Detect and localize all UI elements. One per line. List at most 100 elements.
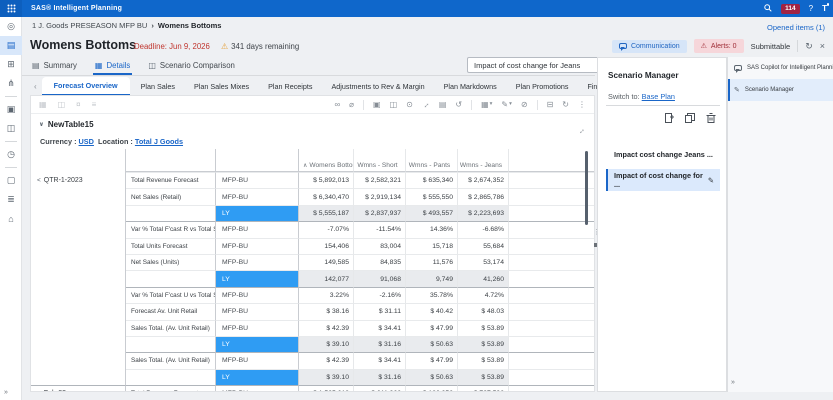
time-cell[interactable]: >Feb-23: [31, 385, 126, 392]
value-cell[interactable]: $ 50.63: [406, 369, 458, 385]
value-cell[interactable]: $ 186,056: [406, 385, 458, 392]
app-launcher-icon[interactable]: [0, 0, 22, 17]
expand-table-icon[interactable]: ↔: [575, 124, 587, 136]
base-plan-link[interactable]: Base Plan: [642, 92, 675, 101]
value-cell[interactable]: $ 50.63: [406, 336, 458, 352]
avatar[interactable]: T: [822, 4, 827, 13]
alerts-button[interactable]: ⚠ Alerts: 0: [694, 39, 744, 53]
copy-scenario-icon[interactable]: [685, 110, 695, 128]
value-cell[interactable]: 11,576: [406, 254, 458, 270]
sync-icon[interactable]: ↻: [562, 101, 569, 109]
list-settings-icon[interactable]: ≡: [92, 101, 97, 109]
value-cell[interactable]: 14.36%: [406, 221, 458, 237]
edit-scenario-icon[interactable]: ✎: [708, 176, 714, 185]
subtab-plan-sales[interactable]: Plan Sales: [133, 78, 183, 95]
value-cell[interactable]: $ 53.89: [458, 369, 509, 385]
close-icon[interactable]: ×: [820, 42, 825, 51]
table-options-icon[interactable]: ▦▾: [481, 101, 492, 109]
value-cell[interactable]: 9,749: [406, 270, 458, 286]
link-icon[interactable]: ∞: [334, 101, 340, 109]
value-cell[interactable]: $ 635,340: [406, 172, 458, 188]
dock-item-copilot[interactable]: SAS Copilot for Intelligent Planning: [728, 57, 833, 79]
subtab-plan-promotions[interactable]: Plan Promotions: [508, 78, 577, 95]
value-cell[interactable]: 4.72%: [458, 287, 509, 303]
value-cell[interactable]: $ 53.89: [458, 352, 509, 368]
value-cell[interactable]: 55,684: [458, 238, 509, 254]
currency-link[interactable]: USD: [79, 137, 94, 146]
value-cell[interactable]: -11.54%: [354, 221, 406, 237]
value-cell[interactable]: 3.22%: [299, 287, 354, 303]
value-cell[interactable]: $ 47.99: [406, 352, 458, 368]
value-cell[interactable]: $ 555,550: [406, 188, 458, 204]
save-icon[interactable]: ▣: [373, 101, 381, 109]
tab-scenario-comparison[interactable]: ◫Scenario Comparison: [146, 57, 237, 75]
value-cell[interactable]: $ 39.10: [299, 336, 354, 352]
print-icon[interactable]: ▤: [439, 101, 447, 109]
value-cell[interactable]: 15,718: [406, 238, 458, 254]
currency-icon[interactable]: ¤: [76, 101, 80, 109]
value-cell[interactable]: $ 40.42: [406, 303, 458, 319]
communication-button[interactable]: Communication: [612, 40, 687, 53]
value-cell[interactable]: $ 47.99: [406, 320, 458, 336]
value-cell[interactable]: $ 31.16: [354, 336, 406, 352]
value-cell[interactable]: 35.78%: [406, 287, 458, 303]
expand-group-icon[interactable]: >: [37, 390, 41, 392]
unlink-icon[interactable]: ⌀: [349, 101, 354, 109]
image-icon[interactable]: ◫: [58, 101, 66, 109]
subtab-plan-receipts[interactable]: Plan Receipts: [260, 78, 320, 95]
value-cell[interactable]: $ 2,674,352: [458, 172, 509, 188]
rail-apps-icon[interactable]: ⊞: [0, 55, 22, 74]
rail-history-icon[interactable]: ◷: [0, 145, 22, 164]
value-cell[interactable]: $ 2,223,693: [458, 205, 509, 221]
value-cell[interactable]: $ 1,525,618: [299, 385, 354, 392]
subtab-plan-markdowns[interactable]: Plan Markdowns: [436, 78, 505, 95]
value-cell[interactable]: $ 42.39: [299, 352, 354, 368]
tab-summary[interactable]: ▤Summary: [30, 57, 79, 75]
validate-icon[interactable]: ⊘: [521, 101, 528, 109]
delete-scenario-icon[interactable]: [706, 110, 716, 128]
time-cell[interactable]: <QTR-1-2023: [31, 172, 126, 188]
value-cell[interactable]: $ 611,966: [354, 385, 406, 392]
more-icon[interactable]: ⋮: [578, 101, 586, 109]
value-cell[interactable]: 84,835: [354, 254, 406, 270]
value-cell[interactable]: $ 2,919,134: [354, 188, 406, 204]
tab-details[interactable]: ▦Details: [93, 57, 132, 75]
rail-home-icon[interactable]: ◎: [0, 17, 22, 36]
fullscreen-icon[interactable]: ↔: [422, 101, 430, 109]
table-name-toggle[interactable]: ∨ NewTable15: [39, 120, 94, 129]
rail-tasks-icon[interactable]: ▣: [0, 100, 22, 119]
value-cell[interactable]: -2.16%: [354, 287, 406, 303]
rail-reports-icon[interactable]: ◫: [0, 119, 22, 138]
rail-review-icon[interactable]: ▢: [0, 171, 22, 190]
rail-shop-icon[interactable]: ⌂: [0, 209, 22, 228]
value-cell[interactable]: 142,077: [299, 270, 354, 286]
value-cell[interactable]: $ 53.89: [458, 336, 509, 352]
value-cell[interactable]: $ 39.10: [299, 369, 354, 385]
value-cell[interactable]: 149,585: [299, 254, 354, 270]
collapse-group-icon[interactable]: <: [37, 177, 41, 184]
value-cell[interactable]: $ 5,892,013: [299, 172, 354, 188]
rail-hierarchy-icon[interactable]: ⋔: [0, 74, 22, 93]
value-cell[interactable]: $ 34.41: [354, 352, 406, 368]
column-header-wmns-jeans[interactable]: Wmns - Jeans: [458, 159, 509, 172]
value-cell[interactable]: $ 2,582,321: [354, 172, 406, 188]
search-icon[interactable]: [764, 4, 772, 14]
value-cell[interactable]: $ 493,557: [406, 205, 458, 221]
value-cell[interactable]: $ 34.41: [354, 320, 406, 336]
dock-expand-icon[interactable]: »: [731, 379, 735, 386]
value-cell[interactable]: $ 5,555,187: [299, 205, 354, 221]
location-link[interactable]: Total J Goods: [135, 137, 183, 146]
calendar-icon[interactable]: ▦: [39, 101, 47, 109]
scenario-list-item[interactable]: Impact of cost change for ...✎: [606, 169, 720, 191]
comment-icon[interactable]: ◫: [390, 101, 398, 109]
value-cell[interactable]: $ 727,596: [458, 385, 509, 392]
value-cell[interactable]: -6.68%: [458, 221, 509, 237]
breadcrumb-parent[interactable]: 1 J. Goods PRESEASON MFP BU: [32, 21, 147, 30]
value-cell[interactable]: $ 31.11: [354, 303, 406, 319]
scenario-list-item[interactable]: Impact cost change Jeans ...: [606, 143, 720, 165]
column-header-wmns-pants[interactable]: Wmns - Pants: [406, 159, 458, 172]
value-cell[interactable]: $ 2,837,937: [354, 205, 406, 221]
vertical-scrollbar[interactable]: [585, 151, 589, 225]
undo-icon[interactable]: ↺: [455, 101, 462, 109]
subtab-plan-sales-mixes[interactable]: Plan Sales Mixes: [186, 78, 257, 95]
